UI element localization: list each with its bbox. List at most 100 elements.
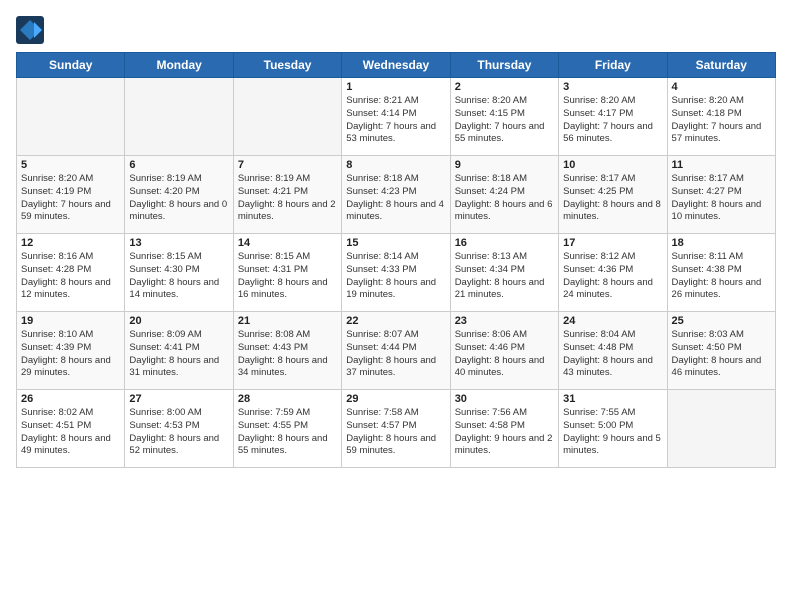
day-number: 31 bbox=[563, 393, 662, 405]
calendar-cell bbox=[233, 78, 341, 156]
calendar-cell: 11 Sunrise: 8:17 AM Sunset: 4:27 PM Dayli… bbox=[667, 156, 775, 234]
calendar-cell: 8Sunrise: 8:18 AM Sunset: 4:23 PM Daylig… bbox=[342, 156, 450, 234]
day-info: Sunrise: 7:56 AM Sunset: 4:58 PM Dayligh… bbox=[455, 407, 554, 458]
day-number: 24 bbox=[563, 315, 662, 327]
calendar-cell: 27 Sunrise: 8:00 AM Sunset: 4:53 PM Dayli… bbox=[125, 390, 233, 468]
calendar-cell: 29 Sunrise: 7:58 AM Sunset: 4:57 PM Dayli… bbox=[342, 390, 450, 468]
calendar-cell: 5 Sunrise: 8:20 AM Sunset: 4:19 PM Daylig… bbox=[17, 156, 125, 234]
weekday-header-tuesday: Tuesday bbox=[233, 53, 341, 78]
calendar-cell bbox=[667, 390, 775, 468]
calendar-cell: 20 Sunrise: 8:09 AM Sunset: 4:41 PM Dayli… bbox=[125, 312, 233, 390]
calendar-cell: 4 Sunrise: 8:20 AM Sunset: 4:18 PM Daylig… bbox=[667, 78, 775, 156]
day-number: 25 bbox=[672, 315, 771, 327]
calendar-cell: 18 Sunrise: 8:11 AM Sunset: 4:38 PM Dayli… bbox=[667, 234, 775, 312]
day-info: Sunrise: 8:21 AM Sunset: 4:14 PM Dayligh… bbox=[346, 95, 445, 146]
calendar-cell: 23 Sunrise: 8:06 AM Sunset: 4:46 PM Dayli… bbox=[450, 312, 558, 390]
day-info: Sunrise: 8:08 AM Sunset: 4:43 PM Dayligh… bbox=[238, 329, 337, 380]
calendar-cell: 13 Sunrise: 8:15 AM Sunset: 4:30 PM Dayli… bbox=[125, 234, 233, 312]
day-number: 2 bbox=[455, 81, 554, 93]
day-number: 11 bbox=[672, 159, 771, 171]
calendar-cell: 15 Sunrise: 8:14 AM Sunset: 4:33 PM Dayli… bbox=[342, 234, 450, 312]
day-info: Sunrise: 8:07 AM Sunset: 4:44 PM Dayligh… bbox=[346, 329, 445, 380]
day-number: 28 bbox=[238, 393, 337, 405]
day-info: Sunrise: 8:11 AM Sunset: 4:38 PM Dayligh… bbox=[672, 251, 771, 302]
day-info: Sunrise: 8:03 AM Sunset: 4:50 PM Dayligh… bbox=[672, 329, 771, 380]
day-info: Sunrise: 8:17 AM Sunset: 4:25 PM Dayligh… bbox=[563, 173, 662, 224]
day-info: Sunrise: 8:19 AM Sunset: 4:21 PM Dayligh… bbox=[238, 173, 337, 224]
day-info: Sunrise: 8:12 AM Sunset: 4:36 PM Dayligh… bbox=[563, 251, 662, 302]
day-number: 6 bbox=[129, 159, 228, 171]
day-number: 4 bbox=[672, 81, 771, 93]
day-info: Sunrise: 8:20 AM Sunset: 4:18 PM Dayligh… bbox=[672, 95, 771, 146]
calendar-cell: 25 Sunrise: 8:03 AM Sunset: 4:50 PM Dayli… bbox=[667, 312, 775, 390]
day-info: Sunrise: 8:15 AM Sunset: 4:30 PM Dayligh… bbox=[129, 251, 228, 302]
day-number: 30 bbox=[455, 393, 554, 405]
day-info: Sunrise: 8:13 AM Sunset: 4:34 PM Dayligh… bbox=[455, 251, 554, 302]
day-number: 18 bbox=[672, 237, 771, 249]
day-info: Sunrise: 8:17 AM Sunset: 4:27 PM Dayligh… bbox=[672, 173, 771, 224]
calendar-cell bbox=[17, 78, 125, 156]
day-number: 10 bbox=[563, 159, 662, 171]
calendar: SundayMondayTuesdayWednesdayThursdayFrid… bbox=[16, 52, 776, 468]
day-number: 17 bbox=[563, 237, 662, 249]
logo bbox=[16, 16, 48, 44]
day-number: 13 bbox=[129, 237, 228, 249]
calendar-cell: 19 Sunrise: 8:10 AM Sunset: 4:39 PM Dayli… bbox=[17, 312, 125, 390]
day-number: 3 bbox=[563, 81, 662, 93]
day-number: 20 bbox=[129, 315, 228, 327]
day-info: Sunrise: 8:04 AM Sunset: 4:48 PM Dayligh… bbox=[563, 329, 662, 380]
calendar-cell: 16 Sunrise: 8:13 AM Sunset: 4:34 PM Dayli… bbox=[450, 234, 558, 312]
weekday-header-thursday: Thursday bbox=[450, 53, 558, 78]
calendar-cell: 31 Sunrise: 7:55 AM Sunset: 5:00 PM Dayli… bbox=[559, 390, 667, 468]
calendar-cell: 9 Sunrise: 8:18 AM Sunset: 4:24 PM Daylig… bbox=[450, 156, 558, 234]
weekday-header-wednesday: Wednesday bbox=[342, 53, 450, 78]
day-info: Sunrise: 8:10 AM Sunset: 4:39 PM Dayligh… bbox=[21, 329, 120, 380]
calendar-cell: 2 Sunrise: 8:20 AM Sunset: 4:15 PM Daylig… bbox=[450, 78, 558, 156]
day-number: 29 bbox=[346, 393, 445, 405]
weekday-header-monday: Monday bbox=[125, 53, 233, 78]
day-info: Sunrise: 7:58 AM Sunset: 4:57 PM Dayligh… bbox=[346, 407, 445, 458]
day-number: 15 bbox=[346, 237, 445, 249]
weekday-header-sunday: Sunday bbox=[17, 53, 125, 78]
day-info: Sunrise: 8:15 AM Sunset: 4:31 PM Dayligh… bbox=[238, 251, 337, 302]
calendar-cell: 12Sunrise: 8:16 AM Sunset: 4:28 PM Dayli… bbox=[17, 234, 125, 312]
calendar-cell: 17 Sunrise: 8:12 AM Sunset: 4:36 PM Dayli… bbox=[559, 234, 667, 312]
day-number: 23 bbox=[455, 315, 554, 327]
calendar-cell bbox=[125, 78, 233, 156]
calendar-cell: 14 Sunrise: 8:15 AM Sunset: 4:31 PM Dayli… bbox=[233, 234, 341, 312]
day-info: Sunrise: 8:20 AM Sunset: 4:15 PM Dayligh… bbox=[455, 95, 554, 146]
calendar-cell: 28 Sunrise: 7:59 AM Sunset: 4:55 PM Dayli… bbox=[233, 390, 341, 468]
day-number: 14 bbox=[238, 237, 337, 249]
day-info: Sunrise: 8:02 AM Sunset: 4:51 PM Dayligh… bbox=[21, 407, 120, 458]
day-info: Sunrise: 8:06 AM Sunset: 4:46 PM Dayligh… bbox=[455, 329, 554, 380]
day-info: Sunrise: 8:18 AM Sunset: 4:24 PM Dayligh… bbox=[455, 173, 554, 224]
day-info: Sunrise: 8:20 AM Sunset: 4:19 PM Dayligh… bbox=[21, 173, 120, 224]
day-info: Sunrise: 8:09 AM Sunset: 4:41 PM Dayligh… bbox=[129, 329, 228, 380]
calendar-cell: 24 Sunrise: 8:04 AM Sunset: 4:48 PM Dayli… bbox=[559, 312, 667, 390]
calendar-cell: 3Sunrise: 8:20 AM Sunset: 4:17 PM Daylig… bbox=[559, 78, 667, 156]
logo-icon bbox=[16, 16, 44, 44]
day-number: 7 bbox=[238, 159, 337, 171]
day-number: 16 bbox=[455, 237, 554, 249]
calendar-cell: 21 Sunrise: 8:08 AM Sunset: 4:43 PM Dayli… bbox=[233, 312, 341, 390]
day-number: 9 bbox=[455, 159, 554, 171]
day-number: 21 bbox=[238, 315, 337, 327]
day-info: Sunrise: 7:59 AM Sunset: 4:55 PM Dayligh… bbox=[238, 407, 337, 458]
day-number: 5 bbox=[21, 159, 120, 171]
day-info: Sunrise: 8:14 AM Sunset: 4:33 PM Dayligh… bbox=[346, 251, 445, 302]
day-number: 27 bbox=[129, 393, 228, 405]
calendar-cell: 26Sunrise: 8:02 AM Sunset: 4:51 PM Dayli… bbox=[17, 390, 125, 468]
calendar-cell: 6 Sunrise: 8:19 AM Sunset: 4:20 PM Daylig… bbox=[125, 156, 233, 234]
day-number: 19 bbox=[21, 315, 120, 327]
day-number: 8 bbox=[346, 159, 445, 171]
calendar-cell: 1Sunrise: 8:21 AM Sunset: 4:14 PM Daylig… bbox=[342, 78, 450, 156]
calendar-cell: 10 Sunrise: 8:17 AM Sunset: 4:25 PM Dayli… bbox=[559, 156, 667, 234]
day-info: Sunrise: 8:00 AM Sunset: 4:53 PM Dayligh… bbox=[129, 407, 228, 458]
day-info: Sunrise: 7:55 AM Sunset: 5:00 PM Dayligh… bbox=[563, 407, 662, 458]
weekday-header-saturday: Saturday bbox=[667, 53, 775, 78]
calendar-cell: 7 Sunrise: 8:19 AM Sunset: 4:21 PM Daylig… bbox=[233, 156, 341, 234]
day-info: Sunrise: 8:19 AM Sunset: 4:20 PM Dayligh… bbox=[129, 173, 228, 224]
calendar-cell: 30 Sunrise: 7:56 AM Sunset: 4:58 PM Dayli… bbox=[450, 390, 558, 468]
day-number: 22 bbox=[346, 315, 445, 327]
day-number: 12 bbox=[21, 237, 120, 249]
